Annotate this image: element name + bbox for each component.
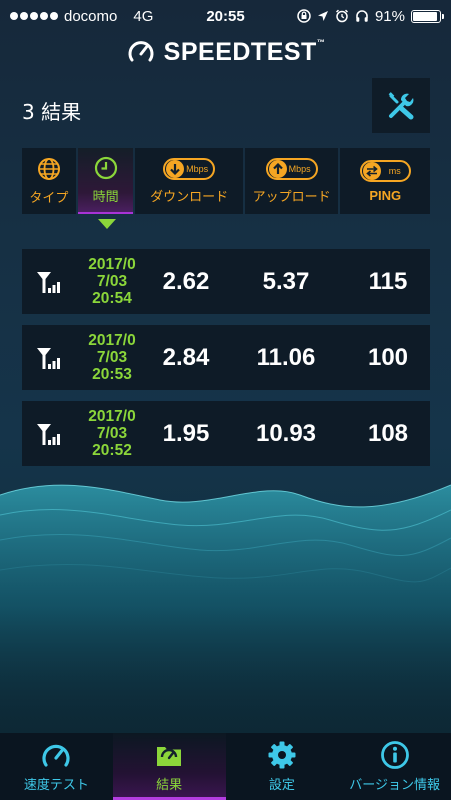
- battery-icon: [411, 9, 444, 23]
- tab-results[interactable]: 結果: [112, 733, 226, 800]
- result-download: 2.62: [162, 267, 210, 295]
- results-folder-icon: [157, 747, 182, 766]
- upload-mbps-icon: Mbps: [265, 157, 318, 180]
- cellular-antenna-icon: [37, 347, 60, 369]
- column-ping-label: PING: [369, 187, 402, 203]
- download-mbps-icon: Mbps: [163, 157, 216, 180]
- column-time[interactable]: 時間: [77, 148, 134, 214]
- result-upload: 11.06: [256, 343, 316, 371]
- info-icon: [380, 741, 409, 769]
- tab-settings-label: 設定: [268, 778, 295, 793]
- app-logo-text: SPEEDTEST™: [163, 37, 326, 66]
- battery-percent: 91%: [374, 7, 405, 25]
- location-icon: [317, 11, 328, 21]
- result-datetime: 2017/0 7/03 20:54: [88, 256, 136, 307]
- headphones-icon: [356, 10, 368, 22]
- speedometer-logo-icon: [128, 41, 154, 62]
- bottom-tab-bar: 速度テスト 結果 設定 バージョン情報: [0, 733, 451, 800]
- result-row[interactable]: 2017/0 7/03 20:54 2.62 5.37 115: [22, 249, 430, 314]
- tab-about-label: バージョン情報: [349, 778, 440, 793]
- gear-icon: [268, 741, 296, 769]
- column-type-label: タイプ: [29, 190, 69, 206]
- ping-ms-icon: ms: [359, 159, 411, 182]
- tab-speed-test[interactable]: 速度テスト: [0, 733, 113, 800]
- wrench-screwdriver-icon: [388, 91, 414, 119]
- network-type: 4G: [133, 7, 154, 25]
- globe-icon: [37, 157, 60, 180]
- column-upload-label: アップロード: [252, 189, 331, 205]
- column-upload[interactable]: Mbps アップロード: [244, 148, 339, 214]
- results-column-headers: タイプ 時間 Mbps ダウンロード Mbps アップロード ms PING: [22, 148, 430, 214]
- result-ping: 100: [367, 343, 409, 371]
- column-type[interactable]: タイプ: [22, 148, 76, 214]
- tab-about[interactable]: バージョン情報: [338, 733, 451, 800]
- tools-button[interactable]: [372, 78, 430, 133]
- background-wave: [0, 484, 451, 730]
- column-ping[interactable]: ms PING: [340, 148, 430, 214]
- result-row[interactable]: 2017/0 7/03 20:53 2.84 11.06 100: [22, 325, 430, 390]
- arrow-up-icon: [272, 162, 283, 174]
- result-upload: 5.37: [262, 267, 310, 295]
- column-time-label: 時間: [92, 189, 119, 205]
- alarm-icon: [335, 9, 348, 23]
- status-time: 20:55: [206, 7, 245, 25]
- status-right: 91%: [297, 7, 444, 25]
- tab-results-label: 結果: [156, 778, 183, 793]
- results-count: 3 結果: [22, 100, 82, 124]
- result-ping: 115: [368, 267, 408, 295]
- ping-arrows-icon: [365, 165, 378, 177]
- status-left: docomo 4G: [10, 8, 153, 25]
- clock-icon: [94, 156, 117, 179]
- result-download: 2.84: [162, 343, 210, 371]
- rotation-lock-icon: [297, 9, 311, 23]
- tab-settings[interactable]: 設定: [226, 733, 339, 800]
- result-datetime: 2017/0 7/03 20:53: [88, 332, 136, 383]
- column-download-label: ダウンロード: [150, 189, 229, 205]
- cellular-antenna-icon: [37, 271, 60, 293]
- status-bar: docomo 4G 20:55 91%: [0, 0, 451, 32]
- speedometer-icon: [42, 744, 70, 767]
- arrow-down-icon: [170, 163, 180, 175]
- column-download[interactable]: Mbps ダウンロード: [135, 148, 243, 214]
- sort-indicator-icon: [98, 219, 116, 229]
- app-header: SPEEDTEST™: [0, 32, 451, 72]
- carrier-name: docomo: [64, 7, 118, 25]
- signal-strength-icon: [10, 12, 58, 20]
- tab-speed-test-label: 速度テスト: [23, 778, 89, 793]
